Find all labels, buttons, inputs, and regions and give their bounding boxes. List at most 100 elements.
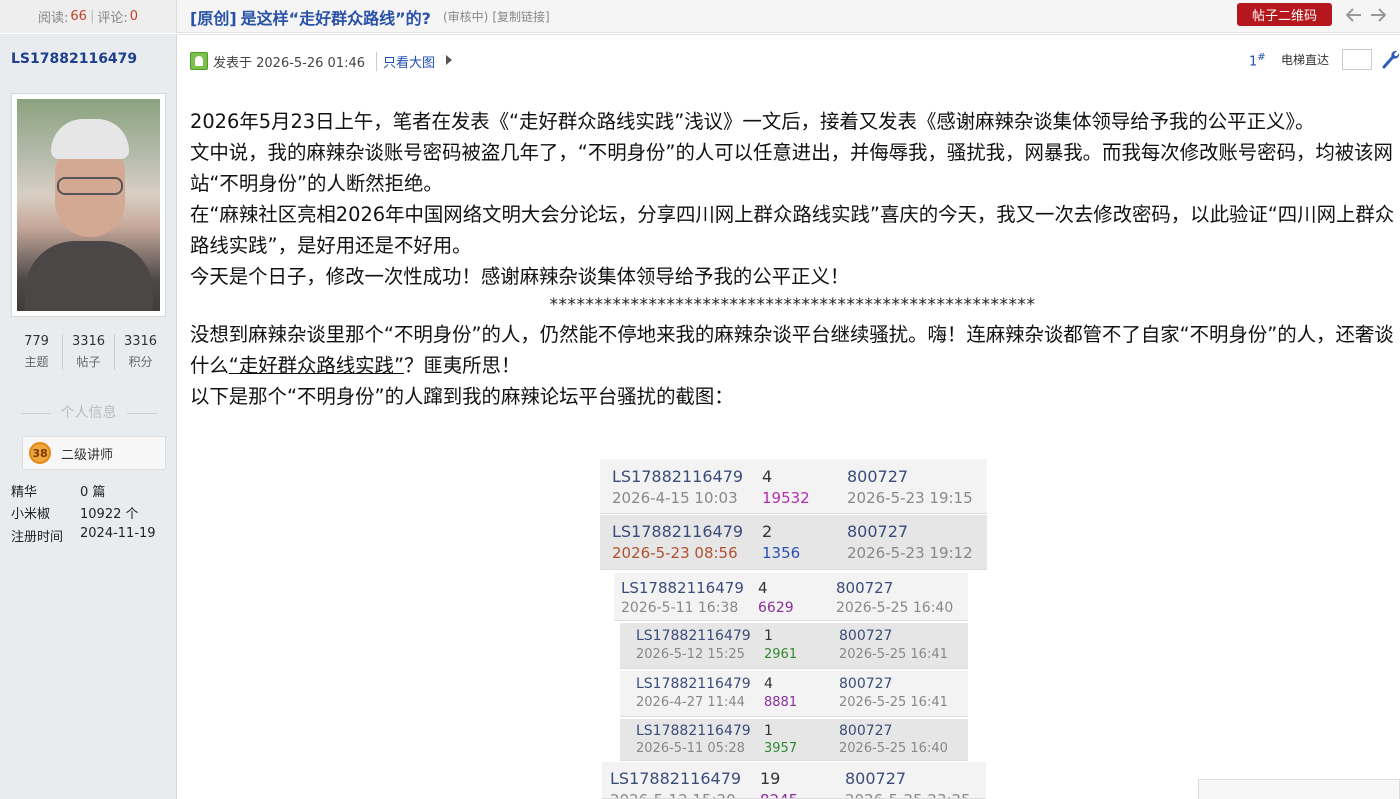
info-key: 小米椒 [11, 507, 51, 522]
row-last-user: 800727 [839, 723, 893, 739]
row-date: 2026-5-12 15:25 [636, 647, 745, 662]
row-user: LS17882116479 [612, 467, 744, 486]
thread-title-bar: [原创] 是这样“走好群众路线”的? (审核中) [复制链接] [190, 0, 550, 33]
row-user: LS17882116479 [612, 522, 744, 541]
avatar-frame[interactable] [11, 93, 166, 317]
view-large-images-link[interactable]: 只看大图 [376, 52, 435, 71]
row-last-date: 2026-5-25 16:41 [839, 647, 948, 662]
row-last-user: 800727 [845, 769, 907, 788]
info-value: 0 篇 [80, 485, 106, 500]
row-user: LS17882116479 [621, 579, 744, 597]
paragraph: 2026年5月23日上午，笔者在发表《“走好群众路线实践”浅议》一文后，接着又发… [190, 110, 1315, 133]
triangle-right-icon[interactable] [446, 55, 452, 65]
rank-box: 38 二级讲师 [22, 436, 166, 470]
comment-label: 评论: [97, 11, 128, 26]
row-user: LS17882116479 [610, 769, 742, 788]
post-time: 发表于 2026-5-26 01:46 [213, 56, 366, 71]
screenshot-row: LS17882116479 2026-5-12 15:20 19 8245 80… [602, 762, 986, 799]
row-user: LS17882116479 [636, 628, 751, 644]
author-stats: 779 主题 3316 帖子 3316 积分 [11, 334, 166, 370]
user-avatar[interactable] [17, 99, 160, 311]
row-last-user: 800727 [847, 467, 909, 486]
info-pepper: 小米椒 10922 个 [11, 503, 139, 522]
stat-points[interactable]: 3316 积分 [115, 334, 166, 370]
row-date: 2026-5-11 16:38 [621, 600, 739, 616]
row-last-user: 800727 [847, 522, 909, 541]
copy-link[interactable]: [复制链接] [492, 10, 549, 24]
author-name[interactable]: LS17882116479 [11, 51, 137, 67]
row-user: LS17882116479 [636, 676, 751, 692]
info-key: 精华 [11, 485, 38, 500]
row-views: 6629 [758, 600, 794, 616]
wrench-icon[interactable] [1380, 48, 1400, 70]
thread-title[interactable]: 是这样“走好群众路线”的? [241, 5, 431, 29]
info-essence: 精华 0 篇 [11, 481, 105, 500]
stat-posts[interactable]: 3316 帖子 [63, 334, 115, 370]
stat-value: 3316 [71, 334, 106, 349]
post-header: 发表于 2026-5-26 01:46 只看大图 1# 电梯直达 [178, 34, 1400, 88]
info-key: 注册时间 [11, 530, 64, 545]
review-status: (审核中) [442, 10, 489, 24]
thread-tag[interactable]: [原创] [190, 5, 237, 29]
stat-value: 3316 [123, 334, 158, 349]
row-last-date: 2026-5-25 16:41 [839, 695, 948, 710]
row-replies: 4 [764, 676, 773, 692]
screenshot-row: LS17882116479 2026-4-15 10:03 4 19532 80… [600, 459, 987, 514]
underlined-phrase: “走好群众路线实践” [228, 354, 404, 377]
paragraph: 没想到麻辣杂谈里那个“不明身份”的人，仍然能不停地来我的麻辣杂谈平台继续骚扰。嗨… [190, 319, 1395, 381]
stat-value: 779 [24, 334, 49, 349]
separator-stars: ****************************************… [549, 295, 1036, 315]
prev-arrow-icon[interactable] [1344, 5, 1364, 25]
row-last-user: 800727 [839, 676, 893, 692]
paragraph: 在“麻辣社区亮相2026年中国网络文明大会分论坛，分享四川网上群众路线实践”喜庆… [190, 203, 1395, 257]
embedded-screenshot[interactable]: LS17882116479 2026-4-15 10:03 4 19532 80… [600, 459, 990, 799]
comment-count: 0 [129, 9, 138, 24]
row-last-user: 800727 [836, 579, 894, 597]
stat-label: 主题 [24, 355, 49, 369]
row-replies: 4 [762, 467, 773, 486]
stat-label: 帖子 [76, 355, 101, 369]
row-views: 3957 [764, 741, 798, 756]
avatar-hair [51, 119, 129, 159]
author-sidebar: LS17882116479 779 主题 3316 帖子 3316 积分 个人信… [0, 34, 177, 799]
screenshot-row: LS17882116479 2026-5-23 08:56 2 1356 800… [600, 515, 987, 570]
personal-info-title: 个人信息 [0, 402, 177, 422]
row-date: 2026-5-23 08:56 [612, 544, 738, 562]
next-arrow-icon[interactable] [1368, 5, 1388, 25]
row-replies: 4 [758, 579, 768, 597]
row-date: 2026-4-15 10:03 [612, 489, 738, 507]
floor-mark: # [1257, 52, 1266, 63]
screenshot-row: LS17882116479 2026-5-12 15:25 1 2961 800… [620, 623, 968, 669]
screenshot-row: LS17882116479 2026-4-27 11:44 4 8881 800… [620, 671, 968, 717]
row-views: 8245 [760, 791, 798, 798]
row-last-date: 2026-5-23 19:15 [847, 489, 973, 507]
stat-label: 积分 [128, 355, 153, 369]
row-replies: 1 [764, 628, 773, 644]
row-last-date: 2026-5-25 23:25 [845, 791, 971, 798]
row-views: 8881 [764, 695, 798, 710]
row-replies: 19 [760, 769, 781, 788]
floating-toolbar[interactable] [1198, 779, 1400, 799]
thread-counters: 阅读: 66 | 评论: 0 [0, 0, 177, 33]
paragraph-text: ？匪夷所思！ [404, 354, 521, 377]
row-replies: 1 [764, 723, 773, 739]
stat-topics[interactable]: 779 主题 [11, 334, 63, 370]
floor-jump-input[interactable] [1342, 49, 1372, 70]
row-user: LS17882116479 [636, 723, 751, 739]
info-register-date: 注册时间 2024-11-19 [11, 526, 156, 545]
rank-badge-icon: 38 [29, 442, 51, 464]
info-value: 2024-11-19 [80, 526, 156, 541]
row-date: 2026-5-11 05:28 [636, 741, 745, 756]
info-value: 10922 个 [80, 507, 139, 522]
row-views: 2961 [764, 647, 798, 662]
paragraph: 今天是个日子，修改一次性成功！感谢麻辣杂谈集体领导给予我的公平正义！ [190, 265, 850, 288]
avatar-glasses [57, 177, 123, 195]
floor-number[interactable]: 1# [1249, 52, 1266, 69]
row-views: 19532 [762, 489, 810, 507]
elevator-label: 电梯直达 [1281, 53, 1330, 67]
qr-code-button[interactable]: 帖子二维码 [1237, 3, 1332, 26]
row-date: 2026-4-27 11:44 [636, 695, 745, 710]
row-last-date: 2026-5-23 19:12 [847, 544, 973, 562]
row-last-date: 2026-5-25 16:40 [836, 600, 954, 616]
screenshot-row: LS17882116479 2026-5-11 05:28 1 3957 800… [620, 719, 968, 761]
